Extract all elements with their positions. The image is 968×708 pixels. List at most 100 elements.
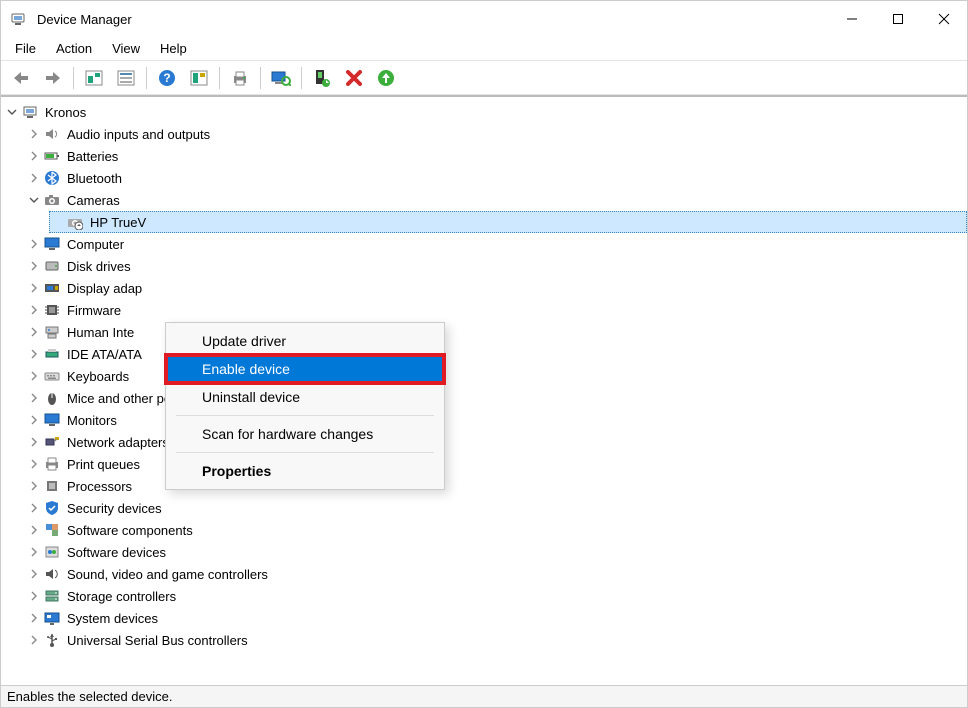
- device-tree[interactable]: Kronos Audio inputs and outputs Batteries…: [1, 95, 967, 685]
- mouse-icon: [43, 389, 61, 407]
- system-icon: [43, 609, 61, 627]
- camera-disabled-icon: [66, 213, 84, 231]
- chevron-right-icon[interactable]: [27, 303, 41, 317]
- tree-root-label: Kronos: [45, 105, 86, 120]
- tree-node[interactable]: Sound, video and game controllers: [27, 563, 967, 585]
- bluetooth-icon: [43, 169, 61, 187]
- tree-node[interactable]: Batteries: [27, 145, 967, 167]
- context-menu-item[interactable]: Update driver: [166, 327, 444, 355]
- toolbar-forward-button[interactable]: [39, 64, 67, 92]
- toolbar-update-driver-button[interactable]: [372, 64, 400, 92]
- menu-action[interactable]: Action: [46, 39, 102, 58]
- menu-bar: File Action View Help: [1, 37, 967, 61]
- tree-node[interactable]: Firmware: [27, 299, 967, 321]
- tree-root[interactable]: Kronos: [5, 101, 967, 123]
- chevron-right-icon[interactable]: [27, 501, 41, 515]
- svg-text:?: ?: [163, 71, 170, 85]
- tree-node[interactable]: Universal Serial Bus controllers: [27, 629, 967, 651]
- toolbar-help-button[interactable]: ?: [153, 64, 181, 92]
- tree-node-label: Monitors: [67, 413, 117, 428]
- speaker-icon: [43, 125, 61, 143]
- tree-node[interactable]: Storage controllers: [27, 585, 967, 607]
- chevron-right-icon[interactable]: [27, 589, 41, 603]
- window-title: Device Manager: [37, 12, 132, 27]
- toolbar-disable-button[interactable]: [340, 64, 368, 92]
- toolbar-separator: [219, 67, 220, 89]
- tree-node-label: Print queues: [67, 457, 140, 472]
- chevron-right-icon[interactable]: [27, 523, 41, 537]
- tree-node[interactable]: Security devices: [27, 497, 967, 519]
- tree-node-label: IDE ATA/ATA: [67, 347, 142, 362]
- ide-icon: [43, 345, 61, 363]
- tree-node-label: Firmware: [67, 303, 121, 318]
- tree-node[interactable]: Disk drives: [27, 255, 967, 277]
- camera-icon: [43, 191, 61, 209]
- tree-node-label: Software devices: [67, 545, 166, 560]
- title-bar: Device Manager: [1, 1, 967, 37]
- chevron-right-icon[interactable]: [27, 237, 41, 251]
- chevron-right-icon[interactable]: [27, 171, 41, 185]
- tree-node[interactable]: Display adap: [27, 277, 967, 299]
- tree-node[interactable]: System devices: [27, 607, 967, 629]
- chevron-right-icon[interactable]: [27, 633, 41, 647]
- storage-icon: [43, 587, 61, 605]
- tree-node[interactable]: Software components: [27, 519, 967, 541]
- tree-node-label: Batteries: [67, 149, 118, 164]
- toolbar-back-button[interactable]: [7, 64, 35, 92]
- tree-node-label: System devices: [67, 611, 158, 626]
- tree-node-label: Software components: [67, 523, 193, 538]
- context-menu-item[interactable]: Enable device: [166, 355, 444, 383]
- menu-help[interactable]: Help: [150, 39, 197, 58]
- context-menu-separator: [176, 452, 434, 453]
- tree-node[interactable]: Bluetooth: [27, 167, 967, 189]
- disk-icon: [43, 257, 61, 275]
- chevron-right-icon[interactable]: [27, 413, 41, 427]
- chevron-right-icon[interactable]: [27, 567, 41, 581]
- context-menu-item[interactable]: Properties: [166, 457, 444, 485]
- chevron-right-icon[interactable]: [27, 391, 41, 405]
- chevron-right-icon[interactable]: [27, 611, 41, 625]
- chevron-down-icon[interactable]: [27, 193, 41, 207]
- close-button[interactable]: [921, 1, 967, 37]
- chevron-right-icon[interactable]: [27, 479, 41, 493]
- chevron-right-icon[interactable]: [27, 369, 41, 383]
- tree-node[interactable]: Computer: [27, 233, 967, 255]
- chevron-right-icon[interactable]: [27, 149, 41, 163]
- tree-leaf[interactable]: HP TrueV: [49, 211, 967, 233]
- minimize-button[interactable]: [829, 1, 875, 37]
- chevron-right-icon[interactable]: [27, 435, 41, 449]
- menu-file[interactable]: File: [5, 39, 46, 58]
- tree-node[interactable]: Cameras: [27, 189, 967, 211]
- tree-node-label: Bluetooth: [67, 171, 122, 186]
- usb-icon: [43, 631, 61, 649]
- tree-node-label: Human Inte: [67, 325, 134, 340]
- toolbar-properties-button[interactable]: [112, 64, 140, 92]
- tree-node[interactable]: Software devices: [27, 541, 967, 563]
- chevron-right-icon[interactable]: [27, 347, 41, 361]
- tree-node-label: Computer: [67, 237, 124, 252]
- context-menu-item[interactable]: Scan for hardware changes: [166, 420, 444, 448]
- app-icon: [9, 10, 27, 28]
- toolbar-scan-hardware-button[interactable]: [267, 64, 295, 92]
- chevron-right-icon[interactable]: [27, 259, 41, 273]
- menu-view[interactable]: View: [102, 39, 150, 58]
- toolbar-print-button[interactable]: [226, 64, 254, 92]
- chevron-right-icon[interactable]: [27, 545, 41, 559]
- chevron-right-icon[interactable]: [27, 127, 41, 141]
- chevron-right-icon[interactable]: [27, 281, 41, 295]
- tree-node-label: Sound, video and game controllers: [67, 567, 268, 582]
- context-menu-item[interactable]: Uninstall device: [166, 383, 444, 411]
- chevron-down-icon[interactable]: [5, 105, 19, 119]
- tree-node[interactable]: Audio inputs and outputs: [27, 123, 967, 145]
- chevron-right-icon[interactable]: [27, 457, 41, 471]
- toolbar-separator: [73, 67, 74, 89]
- tree-node-label: Cameras: [67, 193, 120, 208]
- maximize-button[interactable]: [875, 1, 921, 37]
- chevron-right-icon[interactable]: [27, 325, 41, 339]
- toolbar-enable-button[interactable]: [308, 64, 336, 92]
- toolbar: ?: [1, 61, 967, 95]
- toolbar-action-panel-button[interactable]: [185, 64, 213, 92]
- toolbar-show-hidden-button[interactable]: [80, 64, 108, 92]
- print-queue-icon: [43, 455, 61, 473]
- tree-node-label: Audio inputs and outputs: [67, 127, 210, 142]
